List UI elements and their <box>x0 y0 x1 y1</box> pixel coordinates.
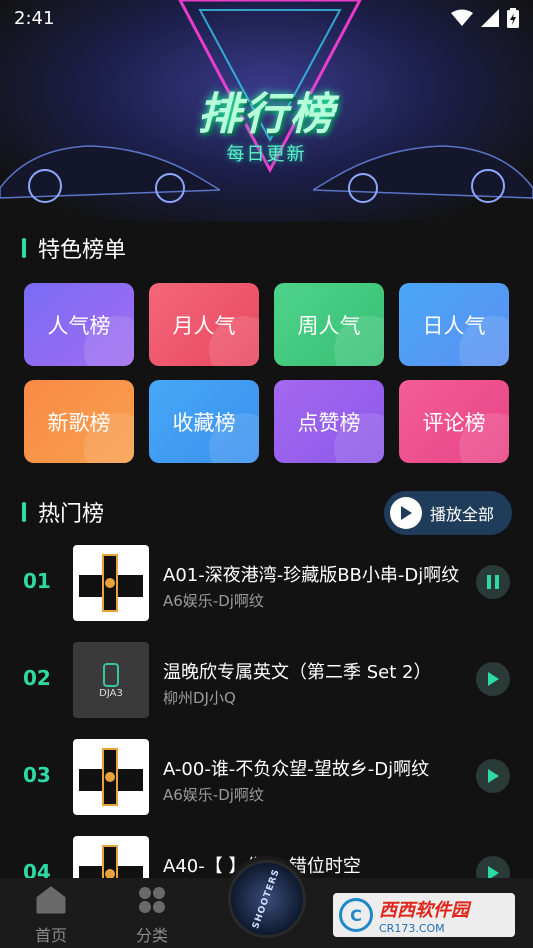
category-icon <box>139 887 165 913</box>
home-icon <box>36 886 66 914</box>
play-all-label: 播放全部 <box>430 505 495 524</box>
featured-section-header: 特色榜单 <box>22 232 126 264</box>
tile-favorites[interactable]: 收藏榜 <box>149 380 259 463</box>
pause-icon <box>487 575 499 589</box>
song-row[interactable]: 03 A-00-谁-不负众望-望故乡-Dj啊纹 A6娱乐-Dj啊纹 <box>0 739 533 817</box>
song-row[interactable]: 02 DJA3 温晚欣专属英文（第二季 Set 2） 柳州DJ小Q <box>0 642 533 720</box>
play-icon <box>488 769 499 783</box>
tile-comments[interactable]: 评论榜 <box>399 380 509 463</box>
status-time: 2:41 <box>14 7 55 29</box>
wifi-icon <box>451 9 473 26</box>
tile-weekly[interactable]: 周人气 <box>274 283 384 366</box>
song-title: 温晚欣专属英文（第二季 Set 2） <box>163 662 432 683</box>
tile-monthly[interactable]: 月人气 <box>149 283 259 366</box>
song-row[interactable]: 01 A01-深夜港湾-珍藏版BB小串-Dj啊纹 A6娱乐-Dj啊纹 <box>0 545 533 623</box>
song-artist: A6娱乐-Dj啊纹 <box>163 786 264 804</box>
song-title: A-00-谁-不负众望-望故乡-Dj啊纹 <box>163 759 430 780</box>
nav-home[interactable]: 首页 <box>21 886 81 946</box>
song-rank: 01 <box>23 569 51 593</box>
song-cover-logo <box>73 545 149 621</box>
play-button[interactable] <box>476 662 510 696</box>
section-accent-bar <box>22 238 26 258</box>
song-cover-logo <box>73 739 149 815</box>
pause-button[interactable] <box>476 565 510 599</box>
song-title: A40-【 】像鱼-错位时空 <box>163 856 361 877</box>
play-icon <box>488 672 499 686</box>
song-rank: 02 <box>23 666 51 690</box>
play-button[interactable] <box>476 759 510 793</box>
watermark: C 西西软件园 CR173.COM <box>333 893 515 937</box>
watermark-badge: C <box>339 898 373 932</box>
disc-label: SHOOTERS <box>251 867 283 931</box>
song-title: A01-深夜港湾-珍藏版BB小串-Dj啊纹 <box>163 565 460 586</box>
status-bar: 2:41 <box>0 0 533 36</box>
nav-category-label: 分类 <box>135 926 168 945</box>
album-disc: SHOOTERS <box>228 860 306 938</box>
battery-icon <box>507 8 519 28</box>
featured-grid: 人气榜 月人气 周人气 日人气 新歌榜 收藏榜 点赞榜 评论榜 <box>24 283 511 463</box>
section-accent-bar <box>22 502 26 522</box>
play-icon <box>390 497 422 529</box>
hot-section-header: 热门榜 <box>22 496 104 528</box>
watermark-domain: CR173.COM <box>379 921 445 935</box>
tile-new-songs[interactable]: 新歌榜 <box>24 380 134 463</box>
hero-title: 排行榜 <box>197 89 336 140</box>
song-artist: A6娱乐-Dj啊纹 <box>163 592 264 610</box>
hot-heading: 热门榜 <box>38 502 105 527</box>
song-rank: 03 <box>23 763 51 787</box>
featured-heading: 特色榜单 <box>38 238 127 263</box>
signal-icon <box>481 9 499 27</box>
tile-likes[interactable]: 点赞榜 <box>274 380 384 463</box>
status-icons <box>451 8 519 28</box>
nav-category[interactable]: 分类 <box>122 886 182 946</box>
cover-text: DJA3 <box>99 687 123 699</box>
nav-home-label: 首页 <box>34 926 67 945</box>
nav-center-disc[interactable]: SHOOTERS <box>224 856 310 942</box>
watermark-brand: 西西软件园 <box>379 899 469 921</box>
song-artist: 柳州DJ小Q <box>163 689 236 707</box>
hero-subtitle: 每日更新 <box>226 144 307 165</box>
tile-daily[interactable]: 日人气 <box>399 283 509 366</box>
song-cover-dja3: DJA3 <box>73 642 149 718</box>
play-all-button[interactable]: 播放全部 <box>384 491 512 535</box>
tile-popular[interactable]: 人气榜 <box>24 283 134 366</box>
